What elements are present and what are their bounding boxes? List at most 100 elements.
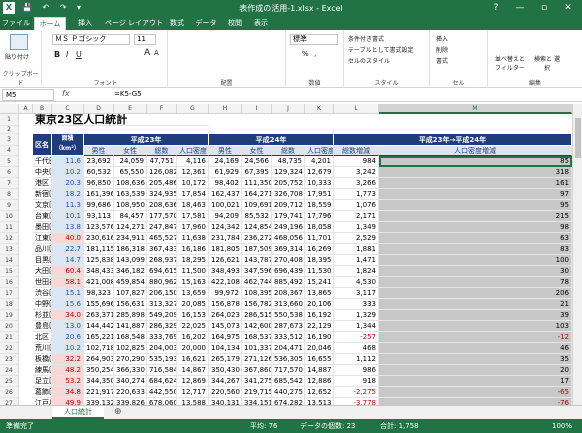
- ward-name[interactable]: 新宿区: [33, 189, 52, 200]
- cell-value[interactable]: 333,512: [272, 332, 305, 343]
- cell-value[interactable]: 696,439: [272, 266, 305, 277]
- cell-value[interactable]: 247,847: [147, 222, 177, 233]
- cell-value[interactable]: 230,616: [84, 233, 114, 244]
- row-header[interactable]: 19: [0, 310, 19, 321]
- cell-value[interactable]: 231,784: [209, 233, 242, 244]
- area-value[interactable]: 48.2: [52, 365, 84, 376]
- cell-value[interactable]: 108,950: [114, 200, 147, 211]
- cell-value[interactable]: 339,132: [84, 398, 114, 405]
- row-header[interactable]: 25: [0, 376, 19, 387]
- density-change[interactable]: 21: [379, 299, 572, 310]
- cell-value[interactable]: 918: [334, 376, 379, 387]
- ward-name[interactable]: 練馬区: [33, 365, 52, 376]
- cell-value[interactable]: 208,636: [147, 200, 177, 211]
- cell-value[interactable]: 12,886: [305, 376, 334, 387]
- cell-value[interactable]: 264,023: [209, 310, 242, 321]
- cell-value[interactable]: 986: [334, 365, 379, 376]
- row-header[interactable]: 15: [0, 266, 19, 277]
- row-header[interactable]: 26: [0, 387, 19, 398]
- cell-value[interactable]: 142,600: [242, 321, 272, 332]
- cell-value[interactable]: -2,275: [334, 387, 379, 398]
- density-change[interactable]: 78: [379, 277, 572, 288]
- row-header[interactable]: 27: [0, 398, 19, 405]
- cell-value[interactable]: 333,769: [147, 332, 177, 343]
- ward-name[interactable]: 千代田区: [33, 156, 52, 167]
- cell-value[interactable]: 67,395: [242, 167, 272, 178]
- ward-name[interactable]: 中央区: [33, 167, 52, 178]
- area-value[interactable]: 18.2: [52, 189, 84, 200]
- cell-value[interactable]: 20,046: [305, 343, 334, 354]
- area-value[interactable]: 13.0: [52, 321, 84, 332]
- cell-value[interactable]: 208,367: [272, 288, 305, 299]
- cell-value[interactable]: 468,056: [272, 233, 305, 244]
- density-change[interactable]: 17: [379, 376, 572, 387]
- density-change[interactable]: 97: [379, 189, 572, 200]
- cell-value[interactable]: 16,269: [305, 244, 334, 255]
- ward-name[interactable]: 荒川区: [33, 343, 52, 354]
- cell-value[interactable]: 442,550: [147, 387, 177, 398]
- density-change[interactable]: 35: [379, 354, 572, 365]
- cell-value[interactable]: 369,314: [272, 244, 305, 255]
- density-change[interactable]: 46: [379, 343, 572, 354]
- row-header[interactable]: 21: [0, 332, 19, 343]
- cell-value[interactable]: 16,153: [177, 310, 209, 321]
- tab-page-layout[interactable]: ページ レイアウト: [102, 17, 166, 30]
- comma-button[interactable]: ,: [314, 50, 316, 58]
- density-change[interactable]: 20: [379, 365, 572, 376]
- ward-name[interactable]: 大田区: [33, 266, 52, 277]
- cell-value[interactable]: 23,692: [84, 156, 114, 167]
- cell-value[interactable]: 550,538: [272, 310, 305, 321]
- cell-value[interactable]: 2,529: [334, 233, 379, 244]
- ward-name[interactable]: 世田谷区: [33, 277, 52, 288]
- cell-value[interactable]: 17,581: [177, 211, 209, 222]
- row-header[interactable]: 24: [0, 365, 19, 376]
- ward-name[interactable]: 台東区: [33, 211, 52, 222]
- cell-value[interactable]: 459,854: [114, 277, 147, 288]
- cell-value[interactable]: 48,735: [272, 156, 305, 167]
- cell-value[interactable]: 286,329: [147, 321, 177, 332]
- cell-value[interactable]: 270,290: [114, 354, 147, 365]
- cell-value[interactable]: 1,773: [334, 189, 379, 200]
- row-header[interactable]: 2: [0, 126, 19, 134]
- cell-value[interactable]: 98,323: [84, 288, 114, 299]
- ward-name[interactable]: 杉並区: [33, 310, 52, 321]
- cell-value[interactable]: 109,691: [242, 200, 272, 211]
- cell-styles-button[interactable]: セルのスタイル: [348, 56, 390, 65]
- cell-value[interactable]: 1,344: [334, 321, 379, 332]
- cell-value[interactable]: 4,116: [177, 156, 209, 167]
- row-header[interactable]: 23: [0, 354, 19, 365]
- vertical-scrollbar[interactable]: [572, 104, 582, 405]
- tab-home[interactable]: ホーム: [34, 17, 66, 30]
- cell-value[interactable]: 3,242: [334, 167, 379, 178]
- fx-icon[interactable]: fx: [62, 89, 70, 98]
- row-header[interactable]: 12: [0, 233, 19, 244]
- cell-value[interactable]: 99,972: [209, 288, 242, 299]
- cell-value[interactable]: 156,782: [242, 299, 272, 310]
- cell-value[interactable]: 15,163: [177, 277, 209, 288]
- area-value[interactable]: 20.3: [52, 178, 84, 189]
- cell-value[interactable]: 10,333: [305, 178, 334, 189]
- cell-value[interactable]: 14,867: [177, 365, 209, 376]
- cell-value[interactable]: 422,108: [209, 277, 242, 288]
- cell-value[interactable]: 11,638: [177, 233, 209, 244]
- cell-value[interactable]: 143,099: [114, 255, 147, 266]
- cell-value[interactable]: 1,349: [334, 222, 379, 233]
- cell-value[interactable]: 271,126: [242, 354, 272, 365]
- cell-value[interactable]: 10,172: [177, 178, 209, 189]
- density-change[interactable]: 39: [379, 310, 572, 321]
- cell-value[interactable]: 366,330: [114, 365, 147, 376]
- ward-name[interactable]: 文京区: [33, 200, 52, 211]
- cell-value[interactable]: 156,631: [114, 299, 147, 310]
- area-value[interactable]: 53.2: [52, 376, 84, 387]
- area-value[interactable]: 11.3: [52, 200, 84, 211]
- bold-button[interactable]: B: [54, 50, 60, 59]
- ward-name[interactable]: 江戸川区: [33, 398, 52, 405]
- ward-name[interactable]: 板橋区: [33, 354, 52, 365]
- cell-value[interactable]: 205,752: [272, 178, 305, 189]
- cell-value[interactable]: 17,951: [305, 189, 334, 200]
- ward-name[interactable]: 品川区: [33, 244, 52, 255]
- tab-data[interactable]: データ: [192, 17, 220, 30]
- cell-value[interactable]: 164,975: [209, 332, 242, 343]
- cell-value[interactable]: 12,361: [177, 167, 209, 178]
- cell-value[interactable]: 341,275: [242, 376, 272, 387]
